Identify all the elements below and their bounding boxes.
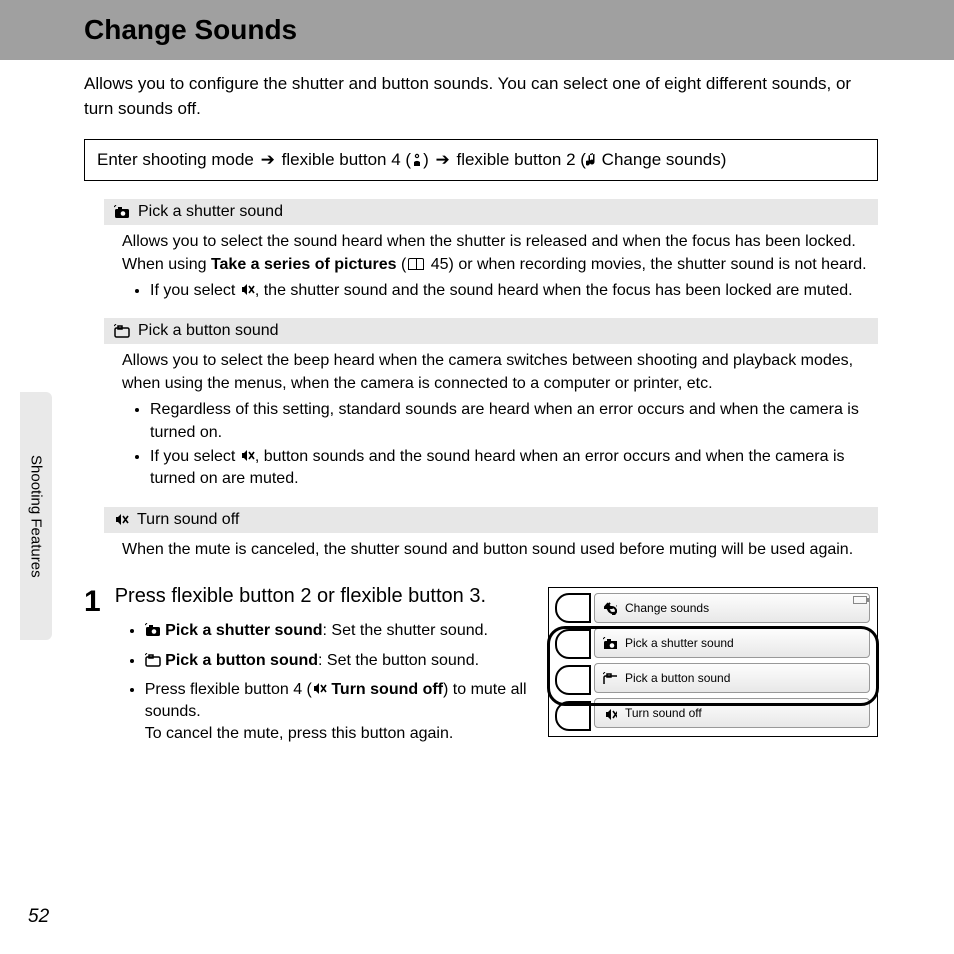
menu-item-back[interactable]: Change sounds — [594, 593, 870, 623]
battery-icon — [853, 596, 867, 604]
menu-item-sound-off[interactable]: Turn sound off — [594, 698, 870, 728]
mute-icon — [604, 707, 617, 720]
arrow-icon: ➔ — [435, 150, 449, 170]
mute-icon — [312, 681, 327, 696]
section-header-off: Turn sound off — [104, 507, 878, 533]
camera-button-icon — [603, 672, 617, 684]
back-icon — [604, 602, 617, 615]
menu-item-shutter[interactable]: Pick a shutter sound — [594, 628, 870, 658]
page-number: 52 — [28, 906, 49, 928]
side-tab: Shooting Features — [20, 392, 52, 640]
mute-icon — [114, 512, 129, 527]
menu-item-button[interactable]: Pick a button sound — [594, 663, 870, 693]
flexible-button-2[interactable] — [555, 629, 591, 659]
side-tab-label: Shooting Features — [28, 455, 45, 578]
mute-icon — [240, 282, 255, 297]
flexible-button-4[interactable] — [555, 701, 591, 731]
arrow-icon: ➔ — [261, 150, 275, 170]
camera-button-icon — [114, 324, 130, 338]
section-body-shutter: Allows you to select the sound heard whe… — [84, 225, 878, 318]
camera-screen-diagram: Change sounds Pick a shutter sound Pick … — [548, 587, 878, 737]
flexible-button-1[interactable] — [555, 593, 591, 623]
page-title: Change Sounds — [84, 14, 954, 46]
step-number: 1 — [84, 587, 101, 617]
section-header-button: Pick a button sound — [104, 318, 878, 344]
navigation-path: Enter shooting mode ➔ flexible button 4 … — [84, 139, 878, 181]
flexible-button-3[interactable] — [555, 665, 591, 695]
step-1: 1 Press flexible button 2 or flexible bu… — [84, 583, 878, 752]
camera-button-icon — [145, 653, 161, 667]
camera-shutter-icon — [603, 637, 617, 649]
book-icon — [408, 258, 424, 270]
intro-text: Allows you to configure the shutter and … — [84, 72, 878, 121]
section-body-off: When the mute is canceled, the shutter s… — [84, 533, 878, 575]
section-header-shutter: Pick a shutter sound — [104, 199, 878, 225]
mute-icon — [240, 448, 255, 463]
title-bar: Change Sounds — [0, 0, 954, 60]
section-body-button: Allows you to select the beep heard when… — [84, 344, 878, 506]
settings-icon — [411, 153, 423, 167]
camera-shutter-icon — [145, 623, 161, 637]
step-title: Press flexible button 2 or flexible butt… — [115, 583, 534, 610]
music-note-icon — [586, 153, 597, 167]
camera-shutter-icon — [114, 205, 130, 219]
